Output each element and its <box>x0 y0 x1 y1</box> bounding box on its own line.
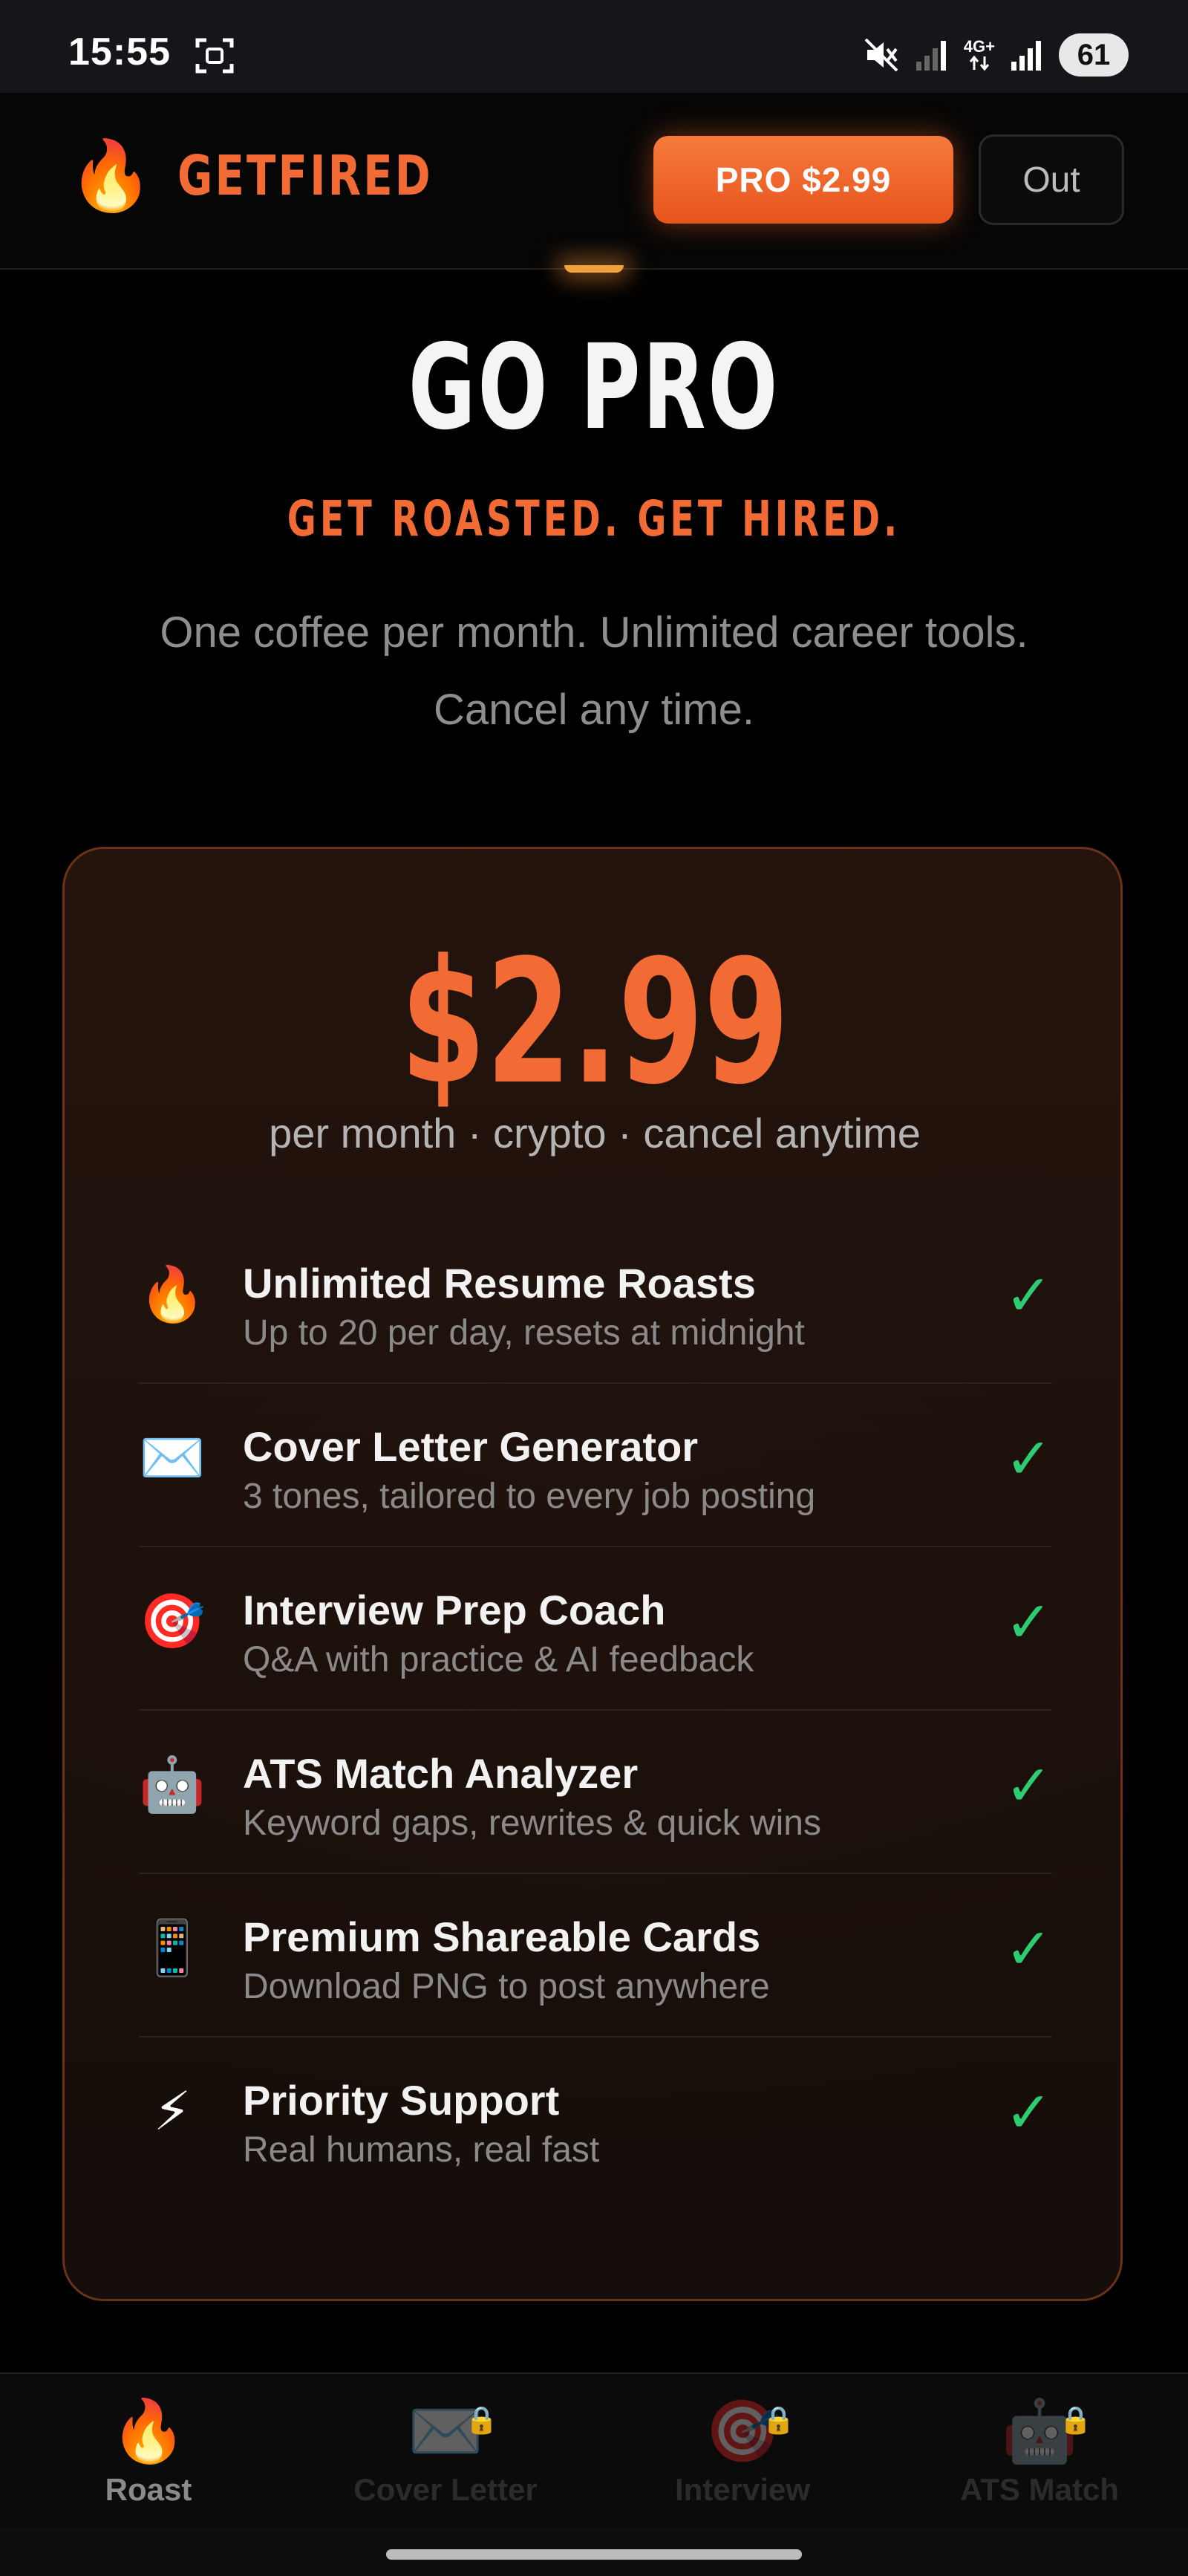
data-arrows-icon <box>969 55 990 71</box>
fire-icon: 🔥 <box>139 1265 206 1324</box>
hero-description: One coffee per month. Unlimited career t… <box>160 608 1028 734</box>
sign-out-button[interactable]: Out <box>979 134 1124 225</box>
mute-icon <box>864 38 898 72</box>
check-icon: ✓ <box>1005 1591 1052 1654</box>
network-label: 4G+ <box>963 37 995 56</box>
feature-title: Priority Support <box>243 2077 560 2124</box>
nav-label: Roast <box>105 2472 192 2507</box>
nav-label: Cover Letter <box>353 2472 538 2507</box>
feature-subtitle: Download PNG to post anywhere <box>243 1967 770 2006</box>
check-icon: ✓ <box>1005 1428 1052 1491</box>
feature-item-ats-match: 🤖 ATS Match Analyzer Keyword gaps, rewri… <box>139 1711 1052 1874</box>
lock-icon: 🔒 <box>465 2404 498 2435</box>
tagline: GET ROASTED. GET HIRED. <box>287 490 901 547</box>
status-bar: 15:55 4G+ 61 <box>0 0 1188 93</box>
pricing-card: $2.99 per month · crypto · cancel anytim… <box>62 847 1123 2301</box>
feature-title: Unlimited Resume Roasts <box>243 1260 756 1307</box>
lightning-icon: ⚡ <box>153 2082 192 2141</box>
feature-item-interview-prep: 🎯 Interview Prep Coach Q&A with practice… <box>139 1547 1052 1711</box>
page-title: GO PRO <box>408 319 780 456</box>
status-time: 15:55 <box>68 30 171 74</box>
target-icon: 🎯 <box>139 1592 206 1651</box>
feature-item-priority-support: ⚡ Priority Support Real humans, real fas… <box>139 2037 1052 2199</box>
feature-list: 🔥 Unlimited Resume Roasts Up to 20 per d… <box>139 1220 1052 2199</box>
brand-logo[interactable]: 🔥 GETFIRED <box>68 139 504 213</box>
nav-label: Interview <box>674 2472 811 2507</box>
glow-accent <box>564 265 624 273</box>
lock-icon: 🔒 <box>1059 2404 1092 2435</box>
nav-item-roast[interactable]: 🔥 Roast <box>0 2374 297 2530</box>
feature-item-shareable-cards: 📱 Premium Shareable Cards Download PNG t… <box>139 1874 1052 2037</box>
check-icon: ✓ <box>1005 1918 1052 1981</box>
nav-item-cover-letter[interactable]: ✉️ 🔒 Cover Letter <box>297 2374 594 2530</box>
nav-item-interview[interactable]: 🎯 🔒 Interview <box>594 2374 891 2530</box>
envelope-icon: ✉️ <box>407 2398 484 2465</box>
feature-item-resume-roasts: 🔥 Unlimited Resume Roasts Up to 20 per d… <box>139 1220 1052 1384</box>
feature-item-cover-letter: ✉️ Cover Letter Generator 3 tones, tailo… <box>139 1384 1052 1547</box>
signal-icon-1 <box>916 41 946 71</box>
feature-subtitle: Q&A with practice & AI feedback <box>243 1640 754 1679</box>
pro-upgrade-button[interactable]: PRO $2.99 <box>653 136 953 224</box>
fire-icon: 🔥 <box>110 2398 187 2465</box>
nav-item-ats-match[interactable]: 🤖 🔒 ATS Match <box>891 2374 1188 2530</box>
feature-subtitle: Keyword gaps, rewrites & quick wins <box>243 1803 821 1843</box>
screen-capture-icon <box>195 38 234 74</box>
app-header: 🔥 GETFIRED PRO $2.99 Out <box>0 93 1188 270</box>
feature-subtitle: 3 tones, tailored to every job posting <box>243 1477 816 1516</box>
home-bar[interactable] <box>386 2549 802 2560</box>
price: $2.99 <box>400 924 789 1122</box>
home-indicator <box>0 2528 1188 2576</box>
feature-subtitle: Up to 20 per day, resets at midnight <box>243 1313 805 1353</box>
feature-subtitle: Real humans, real fast <box>243 2130 600 2170</box>
check-icon: ✓ <box>1005 1754 1052 1818</box>
robot-icon: 🤖 <box>139 1755 206 1815</box>
feature-title: ATS Match Analyzer <box>243 1750 639 1797</box>
brand-name: GETFIRED <box>177 144 433 208</box>
robot-icon: 🤖 <box>1001 2398 1078 2465</box>
feature-title: Cover Letter Generator <box>243 1423 699 1470</box>
feature-title: Interview Prep Coach <box>243 1587 666 1633</box>
nav-label: ATS Match <box>960 2472 1119 2507</box>
network-indicator: 4G+ <box>964 39 995 71</box>
lock-icon: 🔒 <box>762 2404 795 2435</box>
signal-icon-2 <box>1011 41 1041 71</box>
bottom-nav: 🔥 Roast ✉️ 🔒 Cover Letter 🎯 🔒 Interview … <box>0 2372 1188 2530</box>
check-icon: ✓ <box>1005 1264 1052 1327</box>
fire-icon: 🔥 <box>68 138 154 214</box>
feature-title: Premium Shareable Cards <box>243 1913 761 1960</box>
phone-icon: 📱 <box>139 1919 206 1978</box>
price-terms: per month · crypto · cancel anytime <box>269 1110 921 1157</box>
battery-indicator: 61 <box>1059 33 1129 77</box>
check-icon: ✓ <box>1005 2081 1052 2144</box>
envelope-icon: ✉️ <box>139 1428 206 1488</box>
target-icon: 🎯 <box>704 2398 781 2465</box>
